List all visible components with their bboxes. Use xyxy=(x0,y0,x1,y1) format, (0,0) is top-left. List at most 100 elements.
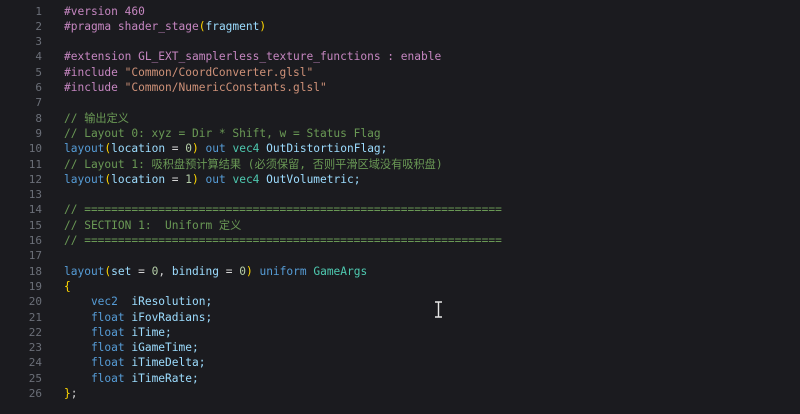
code-line[interactable]: { xyxy=(64,279,71,294)
line-number: 8 xyxy=(35,111,42,125)
code-token: location xyxy=(111,172,166,186)
code-token: layout xyxy=(64,142,105,156)
code-token: // SECTION 1: Uniform 定义 xyxy=(64,218,242,232)
line-number: 1 xyxy=(35,4,42,18)
code-token: float xyxy=(64,341,125,355)
code-token: ) xyxy=(192,172,199,186)
text-cursor-icon xyxy=(434,301,443,318)
code-editor[interactable]: 1 2 3 4 5 6 7 8 9 10 11 12 13 14 15 16 17 18 19 20 21 22 23 24 2… xyxy=(0,0,800,414)
code-token: #include xyxy=(64,81,125,94)
code-token: } xyxy=(64,387,71,400)
line-number: 19 xyxy=(28,279,42,293)
code-token: #include xyxy=(64,65,125,79)
line-number: 18 xyxy=(28,264,42,278)
line-number: 3 xyxy=(35,35,42,49)
code-token: = xyxy=(219,264,240,278)
code-token: out xyxy=(198,142,233,156)
code-token: = xyxy=(131,264,152,278)
code-line[interactable]: #include "Common/CoordConverter.glsl" xyxy=(64,65,313,80)
code-line[interactable]: // =====================================… xyxy=(64,233,502,248)
code-token: float xyxy=(64,325,125,339)
line-number: 22 xyxy=(28,325,42,339)
code-token: #extension GL_EXT_samplerless_texture_fu… xyxy=(64,50,442,64)
line-number: 17 xyxy=(28,249,42,263)
code-token: vec4 xyxy=(232,172,260,186)
code-token: // =====================================… xyxy=(64,234,502,247)
line-number: 12 xyxy=(28,172,42,186)
line-number: 11 xyxy=(28,157,42,171)
code-token: float xyxy=(64,356,125,370)
code-line[interactable]: float iTimeDelta; xyxy=(64,355,206,370)
line-number: 13 xyxy=(28,188,42,202)
code-line[interactable]: float iGameTime; xyxy=(64,340,199,355)
code-line[interactable]: float iFovRadians; xyxy=(64,310,212,325)
code-token: ; xyxy=(70,387,78,400)
code-line[interactable]: float iTime; xyxy=(64,325,172,340)
code-line[interactable]: #pragma shader_stage(fragment) xyxy=(64,19,266,34)
code-token: float xyxy=(64,371,125,385)
line-number: 20 xyxy=(28,295,42,309)
line-number: 6 xyxy=(35,81,42,94)
line-number: 7 xyxy=(35,96,42,110)
code-line[interactable]: layout(set = 0, binding = 0) uniform Gam… xyxy=(64,264,367,279)
code-line[interactable]: layout(location = 1) out vec4 OutVolumet… xyxy=(64,172,360,187)
code-token: // 输出定义 xyxy=(64,111,129,125)
code-token: // =====================================… xyxy=(64,203,502,217)
code-token: = xyxy=(165,142,186,156)
line-number: 5 xyxy=(35,65,42,79)
code-token: iTimeRate; xyxy=(124,371,199,385)
code-token: ) xyxy=(192,142,199,156)
code-token: binding xyxy=(171,264,219,278)
code-token: // Layout 0: xyz = Dir * Shift, w = Stat… xyxy=(64,126,381,140)
code-token: #version 460 xyxy=(64,4,145,18)
code-line[interactable]: vec2 iResolution; xyxy=(64,294,212,309)
code-line[interactable]: float iTimeRate; xyxy=(64,371,199,386)
code-token: out xyxy=(198,172,233,186)
code-token: layout xyxy=(64,172,105,186)
line-number: 16 xyxy=(28,234,42,247)
code-token: location xyxy=(111,142,166,156)
code-token: set xyxy=(111,264,132,278)
code-line[interactable]: // SECTION 1: Uniform 定义 xyxy=(64,218,241,233)
code-token: // Layout 1: 吸积盘预计算结果 (必须保留, 否则平滑区域没有吸积盘… xyxy=(64,157,443,171)
code-token: OutDistortionFlag; xyxy=(259,142,388,156)
line-number: 26 xyxy=(28,387,42,400)
code-token: vec4 xyxy=(232,142,260,156)
code-token: iFovRadians; xyxy=(124,310,213,324)
code-token: { xyxy=(64,279,71,293)
code-token: iGameTime; xyxy=(124,341,199,355)
code-token: float xyxy=(64,310,125,324)
code-token: ) xyxy=(245,264,253,278)
code-token: GameArgs xyxy=(313,264,368,278)
code-line[interactable]: #include "Common/NumericConstants.glsl" xyxy=(64,80,327,95)
line-number: 24 xyxy=(28,356,42,370)
code-line[interactable]: // Layout 1: 吸积盘预计算结果 (必须保留, 否则平滑区域没有吸积盘… xyxy=(64,157,443,172)
code-line[interactable]: }; xyxy=(64,386,78,401)
code-token: vec2 xyxy=(64,295,118,309)
code-line[interactable]: // Layout 0: xyz = Dir * Shift, w = Stat… xyxy=(64,126,381,141)
line-number: 10 xyxy=(28,142,42,156)
code-token: fragment xyxy=(205,19,260,33)
code-token: ) xyxy=(259,19,267,33)
line-number: 14 xyxy=(28,203,42,217)
code-token: uniform xyxy=(252,264,314,278)
code-line[interactable]: #version 460 xyxy=(64,4,145,19)
code-token: #pragma shader_stage xyxy=(64,19,199,33)
code-line[interactable]: // 输出定义 xyxy=(64,111,129,126)
code-line[interactable]: #extension GL_EXT_samplerless_texture_fu… xyxy=(64,49,441,64)
code-line[interactable]: layout(location = 0) out vec4 OutDistort… xyxy=(64,141,387,156)
line-number: 25 xyxy=(28,371,42,385)
code-token: "Common/NumericConstants.glsl" xyxy=(124,81,327,94)
code-token: , xyxy=(158,264,172,278)
code-token: 0 xyxy=(239,264,246,278)
code-line[interactable]: // =====================================… xyxy=(64,202,502,217)
code-token: OutVolumetric; xyxy=(259,172,361,186)
code-token: iTime; xyxy=(124,325,172,339)
code-token: iTimeDelta; xyxy=(124,356,206,370)
code-token: layout xyxy=(64,264,105,278)
line-number: 21 xyxy=(28,310,42,324)
line-number: 4 xyxy=(35,50,42,64)
line-number: 15 xyxy=(28,218,42,232)
line-number: 2 xyxy=(35,19,42,33)
line-number: 9 xyxy=(35,126,42,140)
